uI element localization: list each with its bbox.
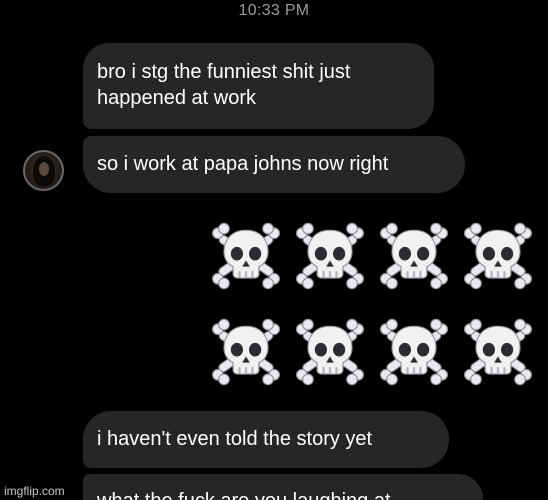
skull-crossbones-emoji-icon xyxy=(292,218,368,294)
message-text: so i work at papa johns now right xyxy=(97,153,389,175)
skull-crossbones-emoji-icon xyxy=(376,314,452,390)
message-text: what the fuck are you laughing at xyxy=(97,490,391,500)
skull-crossbones-emoji-icon xyxy=(460,314,536,390)
message-bubble[interactable]: so i work at papa johns now right xyxy=(83,136,465,193)
sender-avatar[interactable] xyxy=(23,150,64,191)
skull-crossbones-emoji-icon xyxy=(460,218,536,294)
message-text-line: happened at work xyxy=(97,87,257,109)
timestamp: 10:33 PM xyxy=(238,2,310,19)
skull-crossbones-emoji-icon xyxy=(208,314,284,390)
skull-crossbones-emoji-icon xyxy=(376,218,452,294)
message-text: i haven't even told the story yet xyxy=(97,428,373,450)
avatar-face xyxy=(39,162,49,176)
message-text-line: bro i stg the funniest shit just xyxy=(97,61,351,83)
skull-emoji-message[interactable] xyxy=(208,218,538,398)
message-bubble[interactable]: bro i stg the funniest shit just happene… xyxy=(83,43,434,129)
skull-crossbones-emoji-icon xyxy=(292,314,368,390)
skull-crossbones-emoji-icon xyxy=(208,218,284,294)
message-bubble[interactable]: i haven't even told the story yet xyxy=(83,411,449,468)
watermark: imgflip.com xyxy=(4,484,65,498)
message-bubble[interactable]: what the fuck are you laughing at xyxy=(83,474,483,500)
